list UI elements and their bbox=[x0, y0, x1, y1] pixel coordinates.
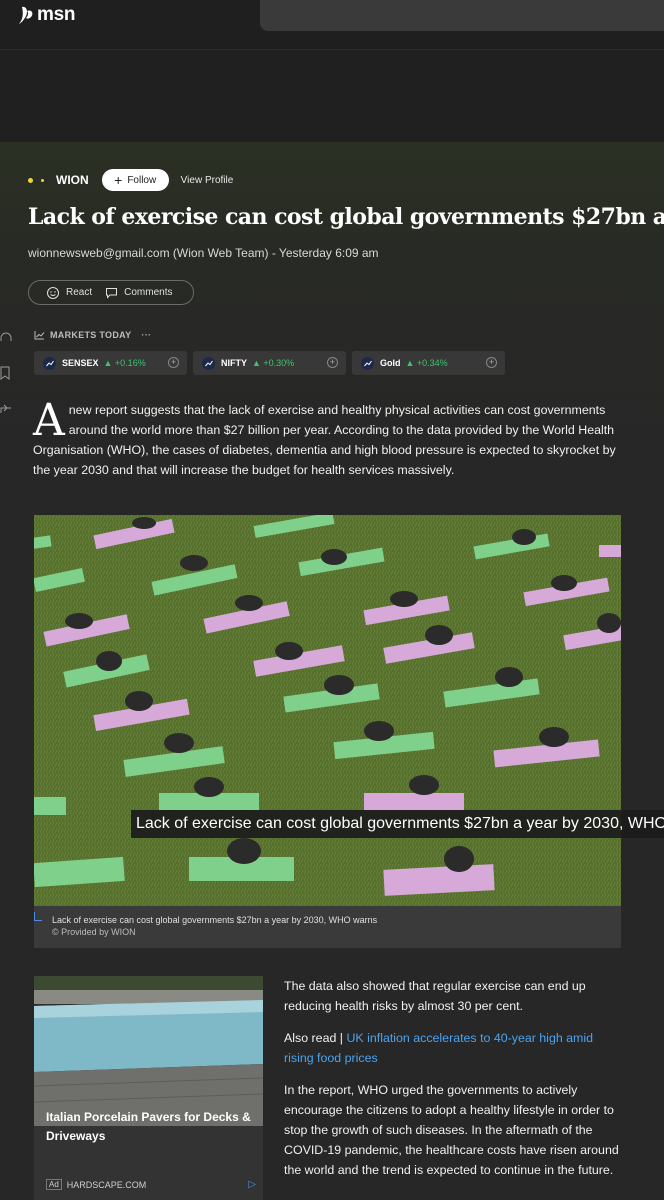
add-ticker-icon[interactable]: + bbox=[486, 357, 497, 368]
drop-cap: A bbox=[33, 395, 65, 446]
ad-title[interactable]: Italian Porcelain Pavers for Decks & Dri… bbox=[46, 1108, 256, 1146]
msn-butterfly-icon bbox=[19, 6, 33, 24]
caption-credit: © Provided by WION bbox=[52, 927, 136, 937]
image-caption: Lack of exercise can cost global governm… bbox=[34, 906, 621, 948]
caption-marker bbox=[34, 912, 42, 921]
article-byline: wionnewsweb@gmail.com (Wion Web Team) - … bbox=[28, 246, 379, 260]
lead-paragraph: A new report suggests that the lack of e… bbox=[33, 395, 623, 480]
ticker-name: NIFTY bbox=[221, 358, 247, 368]
hero-band bbox=[0, 50, 664, 142]
msn-logo[interactable]: msn bbox=[18, 4, 75, 26]
body-paragraph: The data also showed that regular exerci… bbox=[284, 979, 586, 1013]
also-read: Also read | UK inflation accelerates to … bbox=[284, 1028, 624, 1068]
add-ticker-icon[interactable]: + bbox=[168, 357, 179, 368]
sponsored-ad-card[interactable]: Italian Porcelain Pavers for Decks & Dri… bbox=[34, 976, 263, 1200]
index-icon bbox=[202, 356, 215, 370]
markets-more-button[interactable]: ··· bbox=[141, 330, 151, 340]
react-comments-bar: React Comments bbox=[28, 280, 194, 305]
top-bar: msn bbox=[0, 0, 664, 50]
share-icon[interactable] bbox=[0, 402, 12, 414]
ticker-gold[interactable]: Gold ▲ +0.34% + bbox=[352, 351, 505, 375]
chart-icon bbox=[34, 331, 45, 340]
lead-text: new report suggests that the lack of exe… bbox=[33, 403, 616, 477]
ticker-change: ▲ +0.16% bbox=[103, 358, 146, 368]
plus-icon: + bbox=[114, 172, 123, 188]
ad-footer: Ad HARDSCAPE.COM ▷ bbox=[46, 1179, 256, 1190]
article-photo[interactable] bbox=[34, 515, 621, 906]
follow-button[interactable]: + Follow bbox=[101, 169, 169, 191]
logo-text: msn bbox=[37, 4, 76, 25]
ticker-nifty[interactable]: NIFTY ▲ +0.30% + bbox=[193, 351, 346, 375]
ad-badge: Ad bbox=[46, 1179, 62, 1190]
caption-text: Lack of exercise can cost global governm… bbox=[52, 915, 378, 925]
bookmark-icon[interactable] bbox=[0, 366, 12, 380]
yoga-lawn-illustration bbox=[34, 515, 621, 906]
smiley-icon bbox=[47, 286, 59, 299]
ad-choices-icon[interactable]: ▷ bbox=[248, 1179, 256, 1190]
ticker-name: Gold bbox=[380, 358, 401, 368]
article-title: Lack of exercise can cost global governm… bbox=[28, 204, 664, 230]
ticker-change: ▲ +0.34% bbox=[405, 358, 448, 368]
ticker-change: ▲ +0.30% bbox=[252, 358, 295, 368]
markets-label: MARKETS TODAY bbox=[50, 330, 132, 340]
comments-label: Comments bbox=[124, 287, 173, 298]
image-title-overlay: Lack of exercise can cost global governm… bbox=[131, 810, 664, 838]
follow-label: Follow bbox=[127, 174, 157, 186]
index-icon bbox=[43, 356, 56, 370]
also-read-prefix: Also read | bbox=[284, 1031, 347, 1045]
index-icon bbox=[361, 356, 374, 370]
publisher-row: WION + Follow View Profile bbox=[28, 169, 233, 191]
comment-icon bbox=[106, 287, 118, 299]
react-label: React bbox=[66, 287, 93, 298]
ad-source: HARDSCAPE.COM bbox=[66, 1179, 147, 1190]
article-body: The data also showed that regular exerci… bbox=[284, 976, 624, 1192]
ticker-name: SENSEX bbox=[62, 358, 99, 368]
add-ticker-icon[interactable]: + bbox=[327, 357, 338, 368]
view-profile-link[interactable]: View Profile bbox=[181, 175, 234, 186]
comments-button[interactable]: Comments bbox=[105, 287, 172, 299]
headphones-icon[interactable] bbox=[0, 332, 12, 344]
publisher-name[interactable]: WION bbox=[56, 173, 89, 187]
body-paragraph: In the report, WHO urged the governments… bbox=[284, 1083, 619, 1177]
pool-image bbox=[34, 976, 263, 1126]
search-bar[interactable] bbox=[260, 0, 664, 31]
react-button[interactable]: React bbox=[46, 286, 92, 300]
ticker-sensex[interactable]: SENSEX ▲ +0.16% + bbox=[34, 351, 187, 375]
publisher-logo bbox=[28, 177, 44, 183]
markets-header: MARKETS TODAY ··· bbox=[34, 330, 151, 340]
